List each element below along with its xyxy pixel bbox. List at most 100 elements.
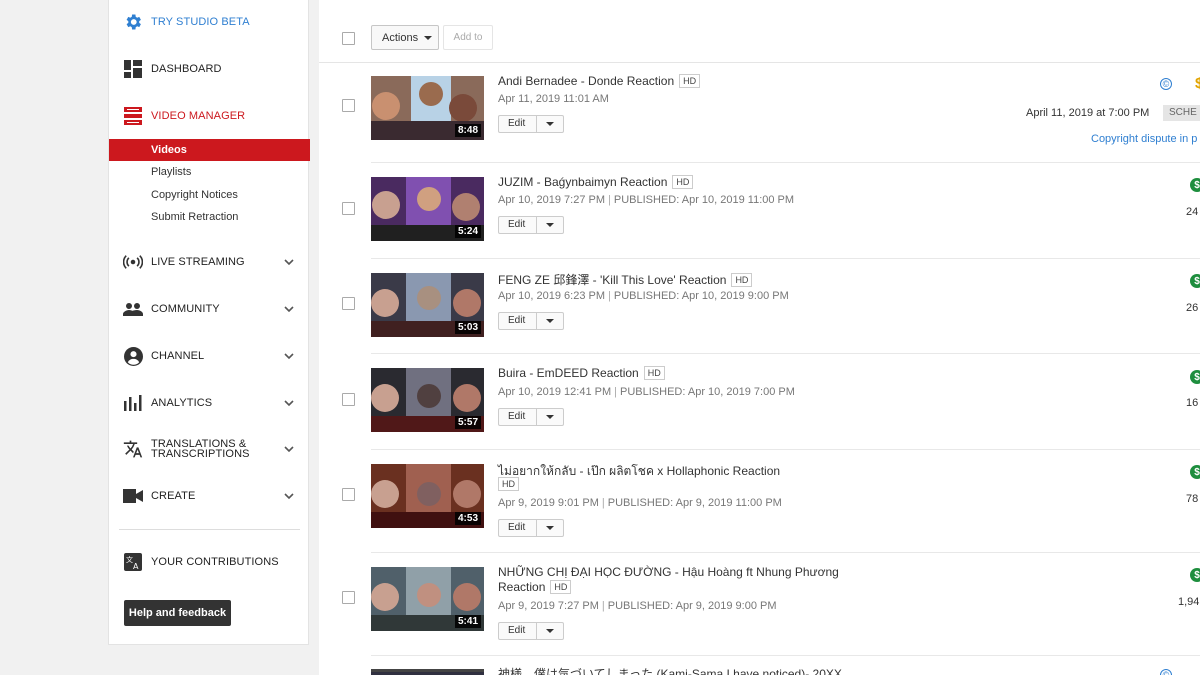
bar-chart-icon (123, 393, 143, 413)
video-camera-icon (123, 486, 143, 506)
row-checkbox[interactable] (342, 99, 355, 112)
split-divider (536, 116, 537, 132)
nav-video-manager[interactable]: VIDEO MANAGER (109, 101, 308, 131)
video-title-line2[interactable]: Reaction HD (498, 580, 572, 594)
row-checkbox[interactable] (342, 297, 355, 310)
view-count: 1,94 (1178, 596, 1200, 608)
edit-label: Edit (508, 315, 526, 326)
row-checkbox[interactable] (342, 591, 355, 604)
video-thumbnail[interactable]: 5:41 (371, 567, 484, 631)
sidebar: TRY STUDIO BETA DASHBOARD VIDEO MANAGER … (108, 0, 310, 645)
nav-translations[interactable]: TRANSLATIONS & TRANSCRIPTIONS (109, 434, 308, 464)
video-duration: 5:41 (454, 615, 481, 628)
video-title[interactable]: NHỮNG CHỊ ĐẠI HỌC ĐƯỜNG - Hậu Hoàng ft N… (498, 565, 839, 579)
row-checkbox[interactable] (342, 488, 355, 501)
edit-button[interactable]: Edit (498, 216, 564, 234)
svg-text:文: 文 (126, 555, 133, 564)
actions-dropdown[interactable]: Actions (371, 25, 439, 50)
video-date: Apr 10, 2019 6:23 PM | PUBLISHED: Apr 10, … (498, 290, 789, 302)
video-duration: 5:57 (454, 416, 481, 429)
row-checkbox[interactable] (342, 393, 355, 406)
monetization-icon[interactable]: $ (1190, 568, 1200, 582)
video-title-text: 神様、僕は気づいてしまった (Kami-Sama I have noticed)… (498, 667, 842, 675)
video-thumbnail[interactable] (371, 669, 484, 675)
monetization-icon[interactable]: $ (1190, 370, 1200, 384)
row-checkbox[interactable] (342, 202, 355, 215)
nav-channel[interactable]: CHANNEL (109, 341, 308, 371)
nav-label: CHANNEL (151, 350, 205, 362)
select-all-checkbox[interactable] (342, 32, 355, 45)
edit-button[interactable]: Edit (498, 115, 564, 133)
nav-label: VIDEO MANAGER (151, 110, 246, 122)
sub-item-copyright-notices[interactable]: Copyright Notices (109, 184, 310, 206)
sub-item-label: Copyright Notices (151, 189, 238, 201)
scheduled-time: April 11, 2019 at 7:00 PM (1026, 107, 1150, 119)
video-duration: 8:48 (454, 124, 481, 137)
monetization-limited-icon[interactable]: $ (1195, 75, 1200, 92)
video-title[interactable]: Andi Bernadee - Donde Reaction HD (498, 74, 701, 88)
account-circle-icon (123, 346, 143, 366)
nav-your-contributions[interactable]: 文A YOUR CONTRIBUTIONS (109, 547, 308, 577)
video-title[interactable]: ไม่อยากให้กลับ - เป๊ก ผลิตโชค x Hollapho… (498, 462, 780, 481)
row-divider (371, 449, 1200, 450)
video-title[interactable]: 神様、僕は気づいてしまった (Kami-Sama I have noticed)… (498, 665, 842, 675)
hd-badge: HD (731, 273, 753, 287)
chevron-down-icon (284, 400, 294, 407)
upload-date: Apr 9, 2019 7:27 PM (498, 600, 599, 612)
monetization-icon[interactable]: $ (1190, 178, 1200, 192)
dashboard-icon (123, 59, 143, 79)
video-thumbnail[interactable]: 5:03 (371, 273, 484, 337)
video-thumbnail[interactable]: 5:57 (371, 368, 484, 432)
nav-label: TRY STUDIO BETA (151, 16, 250, 28)
nav-label: DASHBOARD (151, 63, 222, 75)
split-divider (536, 623, 537, 639)
video-title[interactable]: JUZIM - Baǵynbaimyn Reaction HD (498, 175, 694, 189)
video-thumbnail[interactable]: 4:53 (371, 464, 484, 528)
copyright-icon[interactable]: © (1160, 78, 1172, 90)
nav-analytics[interactable]: ANALYTICS (109, 388, 308, 418)
hd-badge: HD (498, 477, 519, 491)
add-to-button[interactable]: Add to (443, 25, 493, 50)
monetization-icon[interactable]: $ (1190, 465, 1200, 479)
svg-text:A: A (133, 562, 139, 571)
video-date: Apr 10, 2019 7:27 PM | PUBLISHED: Apr 10, … (498, 194, 795, 206)
row-divider (371, 655, 1200, 656)
edit-label: Edit (508, 522, 526, 533)
copyright-dispute-link[interactable]: Copyright dispute in p (1091, 133, 1197, 145)
sub-item-videos[interactable]: Videos (109, 139, 310, 161)
nav-dashboard[interactable]: DASHBOARD (109, 54, 308, 84)
video-title-text: FENG ZE 邱鋒澤 - 'Kill This Love' Reaction (498, 273, 727, 287)
video-title[interactable]: FENG ZE 邱鋒澤 - 'Kill This Love' Reaction H… (498, 271, 753, 288)
nav-create[interactable]: CREATE (109, 481, 308, 511)
caret-down-icon (546, 319, 554, 323)
video-thumbnail[interactable]: 8:48 (371, 76, 484, 140)
nav-label: CREATE (151, 490, 196, 502)
sub-item-submit-retraction[interactable]: Submit Retraction (109, 206, 310, 228)
nav-label: YOUR CONTRIBUTIONS (151, 556, 279, 568)
view-count: 26 (1186, 302, 1199, 314)
nav-try-studio-beta[interactable]: TRY STUDIO BETA (109, 7, 308, 37)
nav-community[interactable]: COMMUNITY (109, 294, 308, 324)
video-title[interactable]: Buira - EmDEED Reaction HD (498, 366, 665, 380)
edit-button[interactable]: Edit (498, 622, 564, 640)
help-feedback-button[interactable]: Help and feedback (124, 600, 231, 626)
split-divider (536, 409, 537, 425)
nav-label-line2: TRANSCRIPTIONS (151, 448, 250, 460)
edit-button[interactable]: Edit (498, 312, 564, 330)
monetization-icon[interactable]: $ (1190, 274, 1200, 288)
sub-item-playlists[interactable]: Playlists (109, 161, 310, 183)
live-streaming-icon (123, 252, 143, 272)
copyright-icon[interactable]: © (1160, 669, 1172, 675)
caret-down-icon (546, 526, 554, 530)
video-date: Apr 9, 2019 9:01 PM | PUBLISHED: Apr 9, 20… (498, 497, 782, 509)
chevron-down-icon (284, 353, 294, 360)
video-thumbnail[interactable]: 5:24 (371, 177, 484, 241)
edit-button[interactable]: Edit (498, 519, 564, 537)
nav-live-streaming[interactable]: LIVE STREAMING (109, 247, 308, 277)
edit-button[interactable]: Edit (498, 408, 564, 426)
translate-icon (123, 439, 143, 459)
video-list-panel: Actions Add to 8:48 Andi Bernadee - Dond… (319, 0, 1200, 675)
edit-label: Edit (508, 118, 526, 129)
gear-icon (123, 12, 143, 32)
row-divider (371, 162, 1200, 163)
